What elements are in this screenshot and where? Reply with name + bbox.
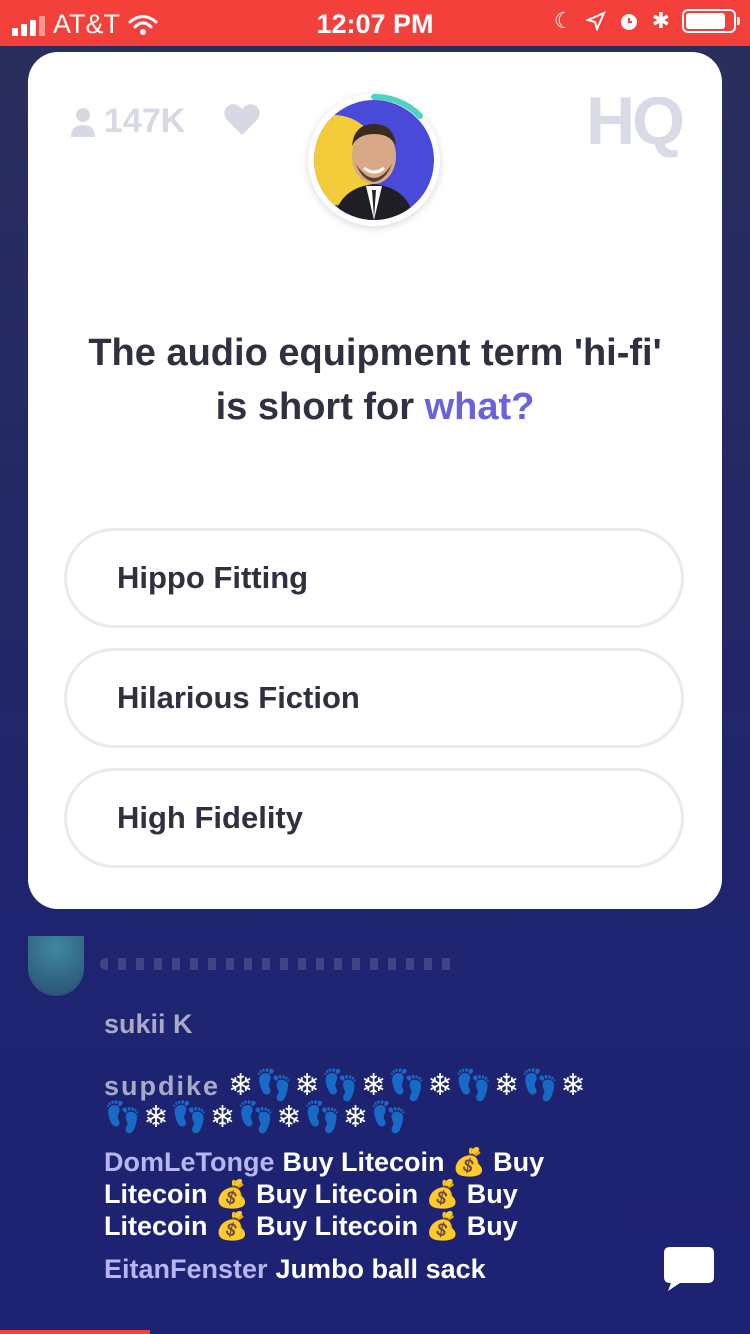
answer-option-1[interactable]: Hippo Fitting — [64, 528, 684, 628]
answer-option-2[interactable]: Hilarious Fiction — [64, 648, 684, 748]
heart-icon[interactable] — [223, 102, 261, 136]
answer-label: Hippo Fitting — [117, 560, 309, 595]
host-avatar — [308, 94, 440, 226]
status-right: ☾ ✱ — [553, 8, 740, 34]
location-icon — [585, 11, 606, 31]
question-main: The audio equipment term 'hi-fi' is shor… — [88, 332, 662, 428]
hq-logo: HQ — [586, 83, 685, 159]
viewer-count: 147K — [70, 102, 185, 141]
chat-avatar — [28, 936, 84, 996]
answer-option-3[interactable]: High Fidelity — [64, 768, 684, 868]
chat-bubble-icon[interactable] — [662, 1245, 716, 1293]
chat-message: supdike ❄👣❄👣❄👣❄👣❄👣❄👣❄👣❄👣❄👣❄👣 — [104, 1070, 624, 1134]
alarm-icon — [620, 14, 637, 30]
question-text: The audio equipment term 'hi-fi' is shor… — [68, 326, 682, 434]
question-card: 147K HQ The audio equipment term 'hi-fi'… — [28, 52, 722, 909]
chat-message: sukii K — [104, 1008, 624, 1040]
status-bar: AT&T 12:07 PM ☾ ✱ — [0, 0, 750, 46]
faded-chat-message — [100, 958, 460, 970]
bluetooth-icon: ✱ — [651, 8, 670, 33]
battery-icon — [682, 9, 740, 33]
moon-icon: ☾ — [553, 8, 574, 33]
chat-username: supdike — [104, 1071, 221, 1101]
viewer-count-label: 147K — [104, 102, 186, 140]
user-icon — [71, 107, 95, 137]
chat-username: sukii K — [104, 1009, 193, 1039]
answer-label: Hilarious Fiction — [117, 680, 360, 715]
chat-message: DomLeTonge Buy Litecoin 💰 Buy Litecoin 💰 … — [104, 1146, 624, 1242]
question-highlight: what? — [424, 386, 535, 428]
chat-username: DomLeTonge — [104, 1147, 275, 1177]
timer-ring — [371, 94, 423, 119]
chat-message: EitanFenster Jumbo ball sack — [104, 1253, 624, 1285]
progress-bar — [0, 1330, 150, 1334]
answer-label: High Fidelity — [117, 800, 303, 835]
chat-text: Jumbo ball sack — [275, 1254, 486, 1284]
chat-username: EitanFenster — [104, 1254, 268, 1284]
